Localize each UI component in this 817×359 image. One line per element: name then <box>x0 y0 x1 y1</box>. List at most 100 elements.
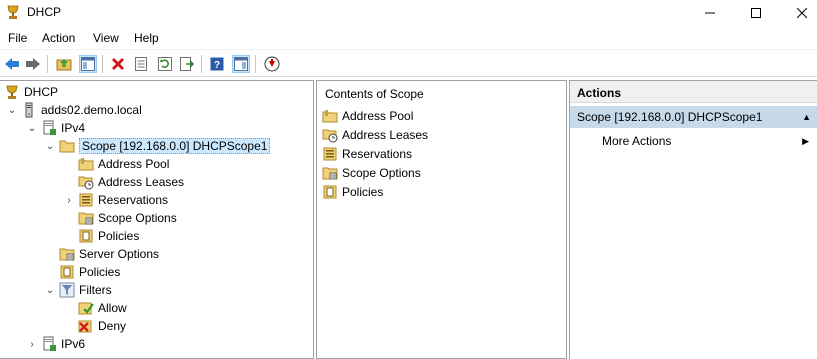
tree-node-ipv4[interactable]: ⌄ IPv4 <box>26 119 85 137</box>
tree-node-deny[interactable]: Deny <box>78 317 126 335</box>
chevron-down-icon[interactable]: ⌄ <box>6 104 18 116</box>
tree-node-ipv6[interactable]: › IPv6 <box>26 335 85 353</box>
chevron-down-icon[interactable]: ⌄ <box>26 122 38 134</box>
tree-node-allow[interactable]: Allow <box>78 299 127 317</box>
policies-icon <box>323 185 337 199</box>
tree-node-policies[interactable]: Policies <box>59 263 120 281</box>
tree-label: IPv6 <box>61 337 86 351</box>
close-button[interactable] <box>779 0 817 26</box>
policies-icon <box>79 229 93 243</box>
list-item[interactable]: Address Leases <box>322 126 428 144</box>
toolbar-separator <box>102 55 103 73</box>
list-item-label: Policies <box>342 185 384 199</box>
action-pane-icon <box>234 57 248 71</box>
tree-node-server-options[interactable]: Server Options <box>59 245 159 263</box>
export-list-button[interactable] <box>178 55 196 73</box>
tree-label: Scope Options <box>98 211 177 225</box>
list-item[interactable]: Policies <box>322 183 383 201</box>
ipv6-icon <box>43 336 56 351</box>
list-item-label: Address Leases <box>342 128 429 142</box>
help-button[interactable]: ? <box>208 55 226 73</box>
actions-pane: Actions Scope [192.168.0.0] DHCPScope1 ▲… <box>569 80 817 359</box>
tree-label: Policies <box>98 229 140 243</box>
minimize-icon <box>705 12 715 14</box>
delete-button[interactable] <box>109 55 127 73</box>
address-leases-icon <box>322 129 338 143</box>
tree-label: IPv4 <box>61 121 86 135</box>
list-item-label: Address Pool <box>342 109 414 123</box>
show-hide-console-tree-button[interactable] <box>79 55 97 73</box>
export-list-icon <box>180 57 194 71</box>
reservations-icon <box>323 147 337 161</box>
tree-label-selected: Scope [192.168.0.0] DHCPScope1 <box>79 138 271 154</box>
chevron-down-icon[interactable]: ⌄ <box>44 140 56 152</box>
menu-action[interactable]: Action <box>42 31 75 45</box>
scope-options-icon <box>78 212 94 225</box>
tree-node-server[interactable]: ⌄ adds02.demo.local <box>6 101 142 119</box>
more-actions-link[interactable]: More Actions <box>602 134 671 148</box>
scope-options-icon <box>322 167 338 180</box>
toolbar-separator <box>47 55 48 73</box>
address-leases-icon <box>78 176 94 190</box>
list-item-label: Scope Options <box>342 166 421 180</box>
refresh-icon <box>158 57 172 71</box>
tree-node-scope-options[interactable]: Scope Options <box>78 209 177 227</box>
tree-node-scope-policies[interactable]: Policies <box>78 227 139 245</box>
maximize-icon <box>751 8 761 18</box>
tree-node-address-pool[interactable]: Address Pool <box>78 155 169 173</box>
list-item[interactable]: Address Pool <box>322 107 413 125</box>
collapse-up-icon[interactable]: ▲ <box>802 112 811 122</box>
properties-button[interactable] <box>132 55 150 73</box>
folder-icon <box>59 140 75 153</box>
tree-label: Server Options <box>79 247 160 261</box>
window-title: DHCP <box>27 5 62 19</box>
tree-node-filters[interactable]: ⌄ Filters <box>44 281 112 299</box>
menu-file[interactable]: File <box>8 31 27 45</box>
tree-node-reservations[interactable]: › Reservations <box>63 191 168 209</box>
tree-node-dhcp[interactable]: DHCP <box>4 83 58 101</box>
menu-help[interactable]: Help <box>134 31 159 45</box>
allow-check-icon <box>78 302 94 315</box>
tree-node-scope[interactable]: ⌄ Scope [192.168.0.0] DHCPScope1 <box>44 137 271 155</box>
server-options-icon <box>59 248 75 261</box>
deactivate-button[interactable] <box>263 55 281 73</box>
dhcp-trophy-icon <box>6 85 18 99</box>
toolbar-separator <box>255 55 256 73</box>
menu-view[interactable]: View <box>93 31 119 45</box>
content-pane: Contents of Scope Address Pool Address L… <box>316 80 567 359</box>
content-header: Contents of Scope <box>325 87 424 101</box>
back-button[interactable] <box>3 55 21 73</box>
tree-label: Address Pool <box>98 157 170 171</box>
actions-group-scope[interactable]: Scope [192.168.0.0] DHCPScope1 ▲ <box>570 106 817 128</box>
help-book-icon: ? <box>210 57 224 71</box>
list-item[interactable]: Scope Options <box>322 164 421 182</box>
refresh-button[interactable] <box>156 55 174 73</box>
policies-icon <box>60 265 74 279</box>
up-one-level-button[interactable] <box>55 55 73 73</box>
chevron-down-icon[interactable]: ⌄ <box>44 284 56 296</box>
chevron-right-icon[interactable]: › <box>26 338 38 350</box>
submenu-arrow-icon[interactable]: ▶ <box>802 136 809 147</box>
tree-node-address-leases[interactable]: Address Leases <box>78 173 184 191</box>
tree-label: DHCP <box>24 85 59 99</box>
address-pool-icon <box>322 110 338 123</box>
list-item-label: Reservations <box>342 147 413 161</box>
toolbar-separator <box>201 55 202 73</box>
minimize-button[interactable] <box>687 0 733 26</box>
maximize-button[interactable] <box>733 0 779 26</box>
list-item[interactable]: Reservations <box>322 145 412 163</box>
tree-label: Address Leases <box>98 175 185 189</box>
red-down-arrow-icon <box>264 56 280 72</box>
chevron-right-icon[interactable]: › <box>63 194 75 206</box>
reservations-icon <box>79 193 93 207</box>
console-tree-icon <box>81 57 95 71</box>
server-icon <box>25 102 33 118</box>
tree-label: Allow <box>98 301 127 315</box>
title-bar: DHCP <box>0 0 817 26</box>
forward-button[interactable] <box>24 55 42 73</box>
svg-text:?: ? <box>214 60 220 71</box>
show-hide-action-pane-button[interactable] <box>232 55 250 73</box>
menu-bar: File Action View Help <box>0 26 817 50</box>
tree-label: Deny <box>98 319 127 333</box>
back-arrow-icon <box>5 58 19 70</box>
